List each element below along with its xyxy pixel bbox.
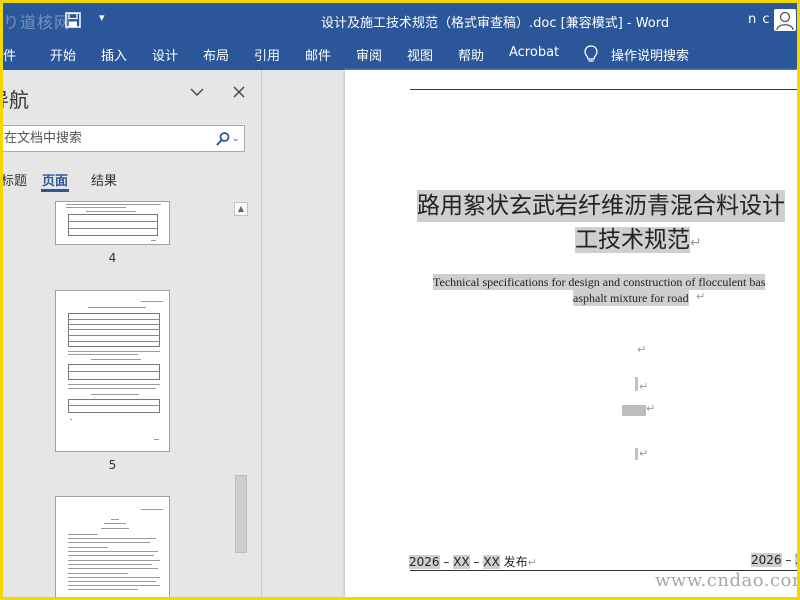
tab-insert[interactable]: 插入 [101, 45, 127, 64]
customize-quick-access-icon[interactable]: ▾ [99, 11, 105, 24]
search-icon[interactable] [215, 131, 231, 147]
tab-review[interactable]: 审阅 [356, 45, 382, 64]
tell-me-search[interactable]: 操作说明搜索 [611, 45, 689, 64]
tab-help[interactable]: 帮助 [458, 45, 484, 64]
publish-suffix[interactable]: 发布 [504, 555, 528, 569]
subtab-pages[interactable]: 页面 [42, 170, 68, 189]
word-window: り道核网 ▾ 设计及施工技术规范（格式审查稿）.doc [兼容模式] - Wor… [3, 3, 797, 597]
highlight-fragment [635, 448, 638, 460]
tab-mailings[interactable]: 邮件 [305, 45, 331, 64]
title-en-line1[interactable]: Technical specifications for design and … [433, 274, 766, 290]
tab-acrobat[interactable]: Acrobat [509, 45, 559, 60]
pub-day[interactable]: XX [483, 555, 500, 569]
impl-year[interactable]: 2026 [751, 553, 782, 567]
navigation-pane: 导航 ⌄ 标题 页面 结果 4 [3, 70, 262, 597]
subtab-results[interactable]: 结果 [91, 170, 117, 189]
pub-month[interactable]: XX [453, 555, 470, 569]
search-options-chevron-icon[interactable]: ⌄ [232, 134, 240, 144]
nav-search-box: ⌄ [3, 125, 245, 152]
title-cn-line2-wrap[interactable]: 工技术规范↵ [575, 224, 702, 259]
paragraph-mark: ↵ [696, 290, 706, 303]
tab-view[interactable]: 视图 [407, 45, 433, 64]
avatar[interactable] [774, 9, 796, 31]
page-thumbnail-6[interactable] [55, 496, 170, 597]
tab-design[interactable]: 设计 [152, 45, 178, 64]
nav-pane-scrollbar[interactable]: ▲ [233, 201, 249, 597]
implement-date[interactable]: 2026 – X [751, 553, 797, 567]
title-cn-line1[interactable]: 路用絮状玄武岩纤维沥青混合料设计 [417, 190, 785, 222]
chevron-down-icon[interactable] [189, 84, 205, 100]
pub-year[interactable]: 2026 [409, 555, 440, 569]
document-area[interactable]: 路用絮状玄武岩纤维沥青混合料设计 工技术规范↵ Technical specif… [263, 70, 797, 597]
date-dash: – [443, 555, 450, 569]
subtab-headings[interactable]: 标题 [3, 170, 27, 189]
title-bar: り道核网 ▾ 设计及施工技术规范（格式审查稿）.doc [兼容模式] - Wor… [3, 3, 797, 38]
ribbon-tabs: 文件 开始 插入 设计 布局 引用 邮件 审阅 视图 帮助 Acrobat 操作… [3, 38, 797, 70]
header-rule [410, 89, 797, 90]
user-initials[interactable]: n c [748, 12, 771, 27]
tab-layout[interactable]: 布局 [203, 45, 229, 64]
page-thumbnail-5[interactable] [55, 290, 170, 452]
title-en-line2[interactable]: asphalt mixture for road [573, 290, 689, 306]
scroll-up-icon[interactable]: ▲ [234, 202, 248, 216]
impl-rest[interactable]: X [795, 553, 797, 567]
nav-pane-title: 导航 [3, 88, 29, 112]
publish-date[interactable]: 2026 – XX – XX 发布↵ [409, 553, 537, 570]
tab-home[interactable]: 开始 [50, 45, 76, 64]
tab-references[interactable]: 引用 [254, 45, 280, 64]
title-cn-line2[interactable]: 工技术规范 [575, 227, 690, 253]
date-dash: – [785, 553, 792, 567]
site-watermark: www.cndao.com [655, 570, 797, 591]
page-number-4: 4 [108, 251, 117, 265]
paragraph-mark: ↵ [690, 235, 702, 251]
tab-file[interactable]: 文件 [3, 45, 16, 64]
lightbulb-icon [584, 45, 598, 62]
paragraph-mark: ↵ [527, 556, 537, 569]
nav-search-input[interactable] [4, 129, 204, 148]
document-page[interactable]: 路用絮状玄武岩纤维沥青混合料设计 工技术规范↵ Technical specif… [345, 70, 797, 597]
site-logo-watermark: り道核网 [3, 13, 72, 32]
paragraph-mark: ↵ [639, 380, 649, 393]
paragraph-mark: ↵ [639, 447, 649, 460]
scrollbar-thumb[interactable] [235, 475, 247, 553]
page-thumbnail-4[interactable] [55, 201, 170, 245]
save-icon[interactable] [65, 12, 81, 28]
active-subtab-indicator [41, 189, 69, 192]
page-number-5: 5 [108, 458, 117, 472]
close-icon[interactable] [231, 84, 247, 100]
date-dash: – [473, 555, 480, 569]
highlight-fragment [622, 405, 646, 416]
paragraph-mark: ↵ [646, 402, 656, 415]
document-title: 设计及施工技术规范（格式审查稿）.doc [兼容模式] - Word [321, 16, 670, 31]
highlight-fragment [635, 377, 638, 391]
paragraph-mark: ↵ [637, 343, 647, 356]
